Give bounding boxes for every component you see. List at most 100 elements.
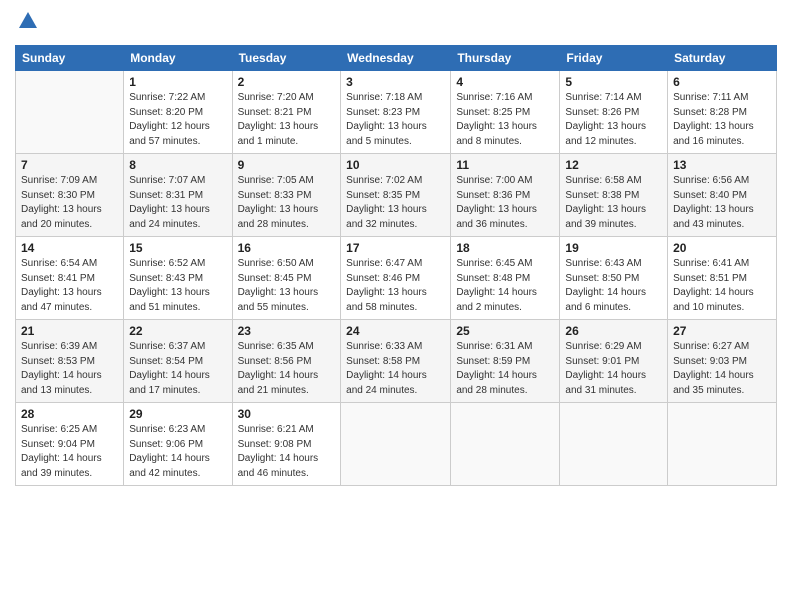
- calendar-cell: 29 Sunrise: 6:23 AM Sunset: 9:06 PM Dayli…: [124, 403, 232, 486]
- calendar-cell: 17Sunrise: 6:47 AM Sunset: 8:46 PM Dayli…: [341, 237, 451, 320]
- day-number: 25: [456, 324, 554, 338]
- calendar-cell: [16, 71, 124, 154]
- header: [15, 10, 777, 37]
- day-number: 19: [565, 241, 662, 255]
- day-number: 8: [129, 158, 226, 172]
- calendar-cell: 9 Sunrise: 7:05 AM Sunset: 8:33 PM Daylig…: [232, 154, 341, 237]
- column-header-saturday: Saturday: [668, 46, 777, 71]
- column-header-friday: Friday: [560, 46, 668, 71]
- day-info: Sunrise: 7:22 AM Sunset: 8:20 PM Dayligh…: [129, 91, 226, 149]
- calendar-cell: 16 Sunrise: 6:50 AM Sunset: 8:45 PM Dayli…: [232, 237, 341, 320]
- calendar-cell: 18 Sunrise: 6:45 AM Sunset: 8:48 PM Dayli…: [451, 237, 560, 320]
- day-info: Sunrise: 6:27 AM Sunset: 9:03 PM Dayligh…: [673, 340, 771, 398]
- day-number: 1: [129, 75, 226, 89]
- day-info: Sunrise: 6:35 AM Sunset: 8:56 PM Dayligh…: [238, 340, 336, 398]
- day-number: 29: [129, 407, 226, 421]
- calendar-cell: [560, 403, 668, 486]
- day-info: Sunrise: 6:43 AM Sunset: 8:50 PM Dayligh…: [565, 257, 662, 315]
- day-number: 20: [673, 241, 771, 255]
- day-number: 3: [346, 75, 445, 89]
- calendar-cell: 3 Sunrise: 7:18 AM Sunset: 8:23 PM Daylig…: [341, 71, 451, 154]
- day-number: 6: [673, 75, 771, 89]
- calendar-cell: 12 Sunrise: 6:58 AM Sunset: 8:38 PM Dayli…: [560, 154, 668, 237]
- calendar-table: SundayMondayTuesdayWednesdayThursdayFrid…: [15, 45, 777, 486]
- calendar-cell: 2Sunrise: 7:20 AM Sunset: 8:21 PM Daylig…: [232, 71, 341, 154]
- calendar-cell: 26Sunrise: 6:29 AM Sunset: 9:01 PM Dayli…: [560, 320, 668, 403]
- day-number: 5: [565, 75, 662, 89]
- day-info: Sunrise: 7:05 AM Sunset: 8:33 PM Dayligh…: [238, 174, 336, 232]
- day-info: Sunrise: 6:23 AM Sunset: 9:06 PM Dayligh…: [129, 423, 226, 481]
- day-number: 11: [456, 158, 554, 172]
- week-row: 28Sunrise: 6:25 AM Sunset: 9:04 PM Dayli…: [16, 403, 777, 486]
- day-info: Sunrise: 6:41 AM Sunset: 8:51 PM Dayligh…: [673, 257, 771, 315]
- calendar-cell: 15 Sunrise: 6:52 AM Sunset: 8:43 PM Dayli…: [124, 237, 232, 320]
- column-header-sunday: Sunday: [16, 46, 124, 71]
- calendar-cell: 22Sunrise: 6:37 AM Sunset: 8:54 PM Dayli…: [124, 320, 232, 403]
- logo-icon: [17, 10, 39, 37]
- day-info: Sunrise: 6:50 AM Sunset: 8:45 PM Dayligh…: [238, 257, 336, 315]
- day-info: Sunrise: 6:29 AM Sunset: 9:01 PM Dayligh…: [565, 340, 662, 398]
- day-number: 22: [129, 324, 226, 338]
- calendar-cell: 10 Sunrise: 7:02 AM Sunset: 8:35 PM Dayli…: [341, 154, 451, 237]
- day-number: 24: [346, 324, 445, 338]
- calendar-cell: [668, 403, 777, 486]
- header-row: SundayMondayTuesdayWednesdayThursdayFrid…: [16, 46, 777, 71]
- day-info: Sunrise: 6:39 AM Sunset: 8:53 PM Dayligh…: [21, 340, 118, 398]
- week-row: 21 Sunrise: 6:39 AM Sunset: 8:53 PM Dayli…: [16, 320, 777, 403]
- calendar-cell: 4 Sunrise: 7:16 AM Sunset: 8:25 PM Daylig…: [451, 71, 560, 154]
- column-header-thursday: Thursday: [451, 46, 560, 71]
- day-info: Sunrise: 7:02 AM Sunset: 8:35 PM Dayligh…: [346, 174, 445, 232]
- day-info: Sunrise: 7:16 AM Sunset: 8:25 PM Dayligh…: [456, 91, 554, 149]
- calendar-cell: 7Sunrise: 7:09 AM Sunset: 8:30 PM Daylig…: [16, 154, 124, 237]
- day-info: Sunrise: 6:47 AM Sunset: 8:46 PM Dayligh…: [346, 257, 445, 315]
- day-info: Sunrise: 6:58 AM Sunset: 8:38 PM Dayligh…: [565, 174, 662, 232]
- day-number: 21: [21, 324, 118, 338]
- day-number: 10: [346, 158, 445, 172]
- column-header-tuesday: Tuesday: [232, 46, 341, 71]
- calendar-cell: 11 Sunrise: 7:00 AM Sunset: 8:36 PM Dayli…: [451, 154, 560, 237]
- day-info: Sunrise: 7:11 AM Sunset: 8:28 PM Dayligh…: [673, 91, 771, 149]
- week-row: 1 Sunrise: 7:22 AM Sunset: 8:20 PM Daylig…: [16, 71, 777, 154]
- calendar-cell: 28Sunrise: 6:25 AM Sunset: 9:04 PM Dayli…: [16, 403, 124, 486]
- calendar-cell: [451, 403, 560, 486]
- logo: [15, 10, 39, 37]
- day-info: Sunrise: 6:21 AM Sunset: 9:08 PM Dayligh…: [238, 423, 336, 481]
- day-info: Sunrise: 6:31 AM Sunset: 8:59 PM Dayligh…: [456, 340, 554, 398]
- day-info: Sunrise: 7:20 AM Sunset: 8:21 PM Dayligh…: [238, 91, 336, 149]
- calendar-cell: 1 Sunrise: 7:22 AM Sunset: 8:20 PM Daylig…: [124, 71, 232, 154]
- page: SundayMondayTuesdayWednesdayThursdayFrid…: [0, 0, 792, 496]
- day-number: 9: [238, 158, 336, 172]
- calendar-cell: 19 Sunrise: 6:43 AM Sunset: 8:50 PM Dayli…: [560, 237, 668, 320]
- day-info: Sunrise: 7:18 AM Sunset: 8:23 PM Dayligh…: [346, 91, 445, 149]
- day-number: 18: [456, 241, 554, 255]
- calendar-cell: 21 Sunrise: 6:39 AM Sunset: 8:53 PM Dayli…: [16, 320, 124, 403]
- calendar-cell: 5Sunrise: 7:14 AM Sunset: 8:26 PM Daylig…: [560, 71, 668, 154]
- calendar-cell: 24 Sunrise: 6:33 AM Sunset: 8:58 PM Dayli…: [341, 320, 451, 403]
- calendar-cell: 14 Sunrise: 6:54 AM Sunset: 8:41 PM Dayli…: [16, 237, 124, 320]
- day-number: 27: [673, 324, 771, 338]
- day-number: 16: [238, 241, 336, 255]
- column-header-monday: Monday: [124, 46, 232, 71]
- calendar-cell: 27 Sunrise: 6:27 AM Sunset: 9:03 PM Dayli…: [668, 320, 777, 403]
- day-info: Sunrise: 7:07 AM Sunset: 8:31 PM Dayligh…: [129, 174, 226, 232]
- day-info: Sunrise: 6:52 AM Sunset: 8:43 PM Dayligh…: [129, 257, 226, 315]
- day-info: Sunrise: 6:56 AM Sunset: 8:40 PM Dayligh…: [673, 174, 771, 232]
- day-number: 30: [238, 407, 336, 421]
- week-row: 7Sunrise: 7:09 AM Sunset: 8:30 PM Daylig…: [16, 154, 777, 237]
- day-info: Sunrise: 6:54 AM Sunset: 8:41 PM Dayligh…: [21, 257, 118, 315]
- day-number: 15: [129, 241, 226, 255]
- day-number: 12: [565, 158, 662, 172]
- week-row: 14 Sunrise: 6:54 AM Sunset: 8:41 PM Dayli…: [16, 237, 777, 320]
- calendar-cell: 20 Sunrise: 6:41 AM Sunset: 8:51 PM Dayli…: [668, 237, 777, 320]
- day-number: 23: [238, 324, 336, 338]
- day-info: Sunrise: 6:33 AM Sunset: 8:58 PM Dayligh…: [346, 340, 445, 398]
- day-info: Sunrise: 7:00 AM Sunset: 8:36 PM Dayligh…: [456, 174, 554, 232]
- day-number: 4: [456, 75, 554, 89]
- calendar-cell: 8 Sunrise: 7:07 AM Sunset: 8:31 PM Daylig…: [124, 154, 232, 237]
- day-info: Sunrise: 7:09 AM Sunset: 8:30 PM Dayligh…: [21, 174, 118, 232]
- day-info: Sunrise: 6:25 AM Sunset: 9:04 PM Dayligh…: [21, 423, 118, 481]
- day-number: 13: [673, 158, 771, 172]
- day-number: 14: [21, 241, 118, 255]
- calendar-cell: 30 Sunrise: 6:21 AM Sunset: 9:08 PM Dayli…: [232, 403, 341, 486]
- day-info: Sunrise: 6:45 AM Sunset: 8:48 PM Dayligh…: [456, 257, 554, 315]
